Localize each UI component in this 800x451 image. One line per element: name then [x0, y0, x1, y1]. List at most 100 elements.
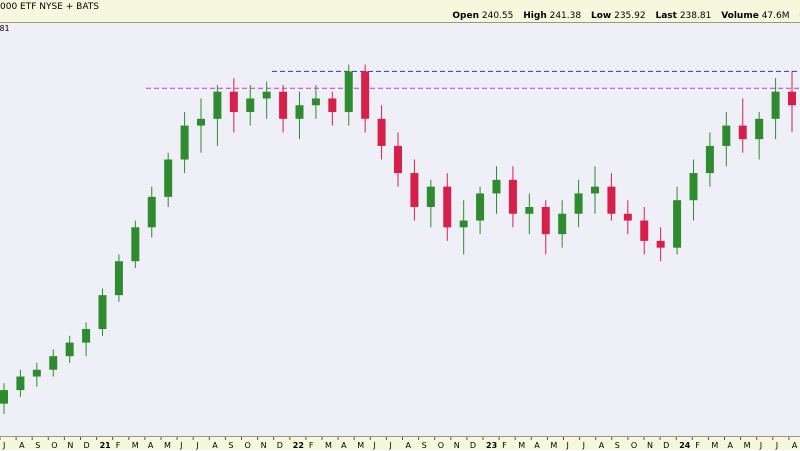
- candle: [213, 84, 222, 146]
- candle: [0, 383, 8, 414]
- candle-body: [65, 342, 74, 357]
- volume-label: Volume: [721, 11, 759, 21]
- candle-body: [689, 173, 698, 201]
- candle: [705, 132, 714, 187]
- x-month-label: J: [775, 441, 778, 450]
- candle: [508, 166, 517, 228]
- candle: [443, 173, 452, 241]
- candle-body: [574, 193, 583, 214]
- candle: [246, 84, 255, 126]
- x-month-label: J: [195, 441, 198, 450]
- candle: [541, 200, 550, 255]
- candle-body: [213, 91, 222, 119]
- x-month-label: N: [67, 441, 73, 450]
- x-month-label: M: [518, 441, 525, 450]
- candle: [49, 349, 58, 377]
- candle-body: [0, 390, 8, 404]
- candle: [295, 91, 304, 140]
- candle: [147, 186, 156, 238]
- x-year-label: 21: [100, 441, 112, 450]
- x-month-label: D: [84, 441, 90, 450]
- candle: [771, 78, 780, 140]
- x-month-label: S: [615, 441, 620, 450]
- x-month-label: D: [277, 441, 283, 450]
- candle: [722, 112, 731, 167]
- x-month-label: M: [325, 441, 332, 450]
- x-month-label: M: [744, 441, 751, 450]
- candle-body: [262, 91, 271, 99]
- symbol-label: 000 ETF NYSE + BATS: [0, 2, 99, 12]
- candle-body: [311, 98, 320, 106]
- candle-body: [443, 186, 452, 228]
- candle-body: [114, 261, 123, 296]
- candle: [65, 335, 74, 363]
- last-value: 238.81: [679, 11, 712, 21]
- candle-body: [98, 295, 107, 330]
- candle-body: [344, 71, 353, 113]
- x-month-label: A: [599, 441, 605, 450]
- high-value: 241.38: [549, 11, 582, 21]
- candle: [164, 152, 173, 207]
- x-month-label: O: [51, 441, 57, 450]
- candle: [755, 112, 764, 160]
- open-value: 240.55: [481, 11, 514, 21]
- candle: [788, 71, 796, 133]
- x-month-label: M: [164, 441, 171, 450]
- candle-body: [147, 196, 156, 228]
- candle: [98, 288, 107, 336]
- x-month-label: J: [759, 441, 762, 450]
- candle: [525, 193, 534, 235]
- candle-body: [607, 186, 616, 214]
- x-axis-labels: J A S O N D 21 F M A M J J A S O N D 22 F M A M J J A S O N D 23 F M A M J J…: [0, 437, 798, 450]
- candle-body: [459, 220, 468, 228]
- candle: [426, 179, 435, 228]
- candle-body: [16, 376, 25, 391]
- x-year-label: 22: [293, 441, 304, 450]
- x-month-label: S: [228, 441, 233, 450]
- candle-body: [377, 118, 386, 146]
- candle: [394, 132, 402, 187]
- candle-body: [361, 71, 370, 119]
- candle: [558, 200, 567, 248]
- candle-body: [640, 220, 649, 241]
- candle-body: [328, 98, 337, 113]
- candle-body: [410, 173, 419, 207]
- x-month-label: N: [454, 441, 460, 450]
- candle-body: [394, 145, 402, 174]
- x-month-label: A: [19, 441, 25, 450]
- open-label: Open: [452, 11, 480, 21]
- candle: [32, 362, 41, 387]
- x-month-label: J: [372, 441, 375, 450]
- candle-body: [623, 213, 632, 221]
- candle: [574, 179, 583, 228]
- last-label: Last: [655, 11, 677, 21]
- chart-header: 000 ETF NYSE + BATS Open 240.55 High 241…: [0, 0, 800, 23]
- candle-body: [131, 227, 140, 262]
- x-month-label: N: [647, 441, 653, 450]
- candle-body: [164, 159, 173, 197]
- x-axis: J A S O N D 21 F M A M J J A S O N D 22 F M A M J J A S O N D 23 F M A M J J…: [0, 436, 800, 450]
- quote-summary: Open 240.55 High 241.38 Low 235.92 Last …: [452, 11, 800, 21]
- x-year-label: 23: [486, 441, 497, 450]
- candle: [459, 200, 468, 255]
- x-month-label: J: [2, 441, 5, 450]
- candle-body: [279, 91, 288, 119]
- x-month-label: F: [502, 441, 507, 450]
- x-month-label: J: [566, 441, 569, 450]
- x-month-label: O: [631, 441, 637, 450]
- x-month-label: J: [388, 441, 391, 450]
- candle-body: [755, 118, 764, 140]
- candle: [229, 78, 238, 133]
- x-month-label: F: [309, 441, 314, 450]
- candle-body: [492, 179, 501, 194]
- candle-body: [673, 200, 682, 248]
- candle-body: [246, 98, 255, 113]
- candlestick-chart[interactable]: [0, 23, 800, 436]
- candle: [328, 91, 337, 126]
- x-month-label: D: [663, 441, 669, 450]
- candle: [410, 159, 419, 221]
- candle-body: [49, 356, 58, 370]
- candle-body: [722, 125, 731, 146]
- candle-body: [738, 125, 747, 140]
- x-month-label: A: [406, 441, 412, 450]
